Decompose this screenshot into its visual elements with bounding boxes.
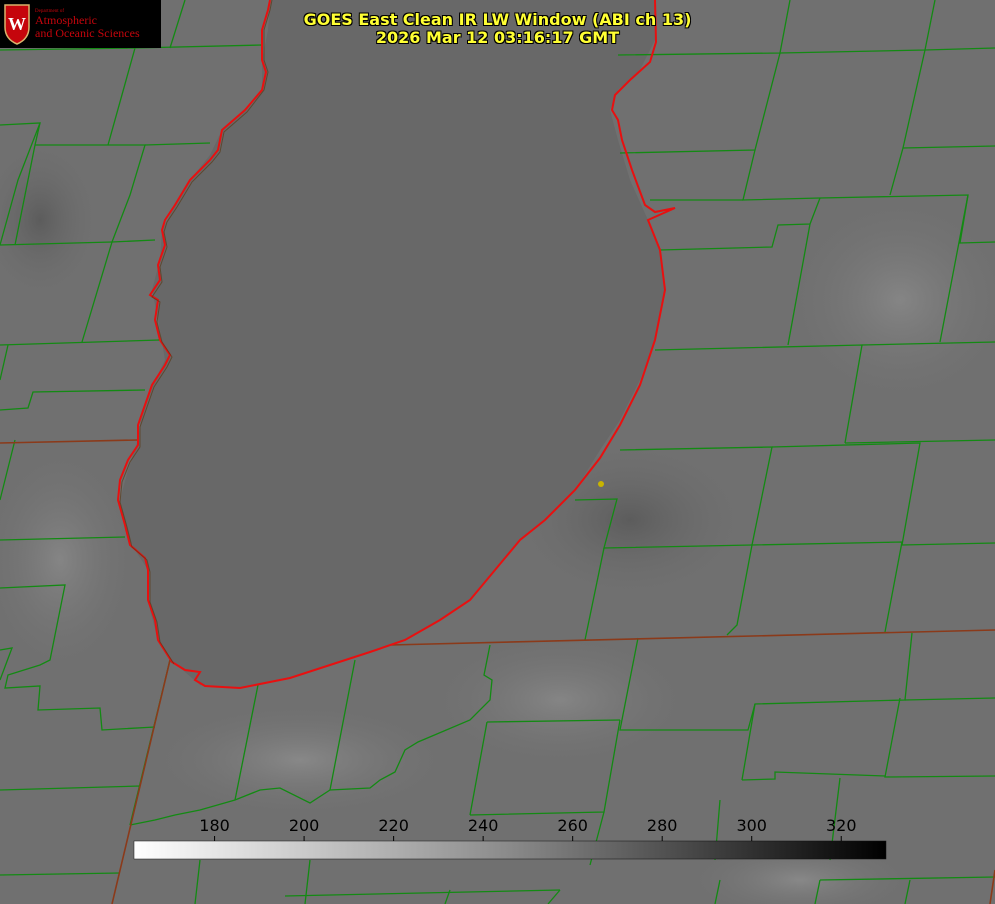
colorbar-gradient xyxy=(133,840,887,860)
colorbar-tick-label: 200 xyxy=(289,816,320,835)
colorbar-tick-label: 240 xyxy=(468,816,499,835)
title-product: GOES East Clean IR LW Window (ABI ch 13) xyxy=(303,10,692,29)
colorbar-tick-label: 300 xyxy=(736,816,767,835)
colorbar-tick-label: 180 xyxy=(199,816,230,835)
title-timestamp: 2026 Mar 12 03:16:17 GMT xyxy=(375,28,620,47)
satellite-image: 180 200 220 240 260 280 300 320 W Department of… xyxy=(0,0,995,904)
colorbar-tick-label: 280 xyxy=(647,816,678,835)
colorbar-tick-label: 320 xyxy=(826,816,857,835)
colorbar-tick-label: 260 xyxy=(557,816,588,835)
ir-map: 180 200 220 240 260 280 300 320 xyxy=(0,0,995,904)
location-marker xyxy=(598,481,604,487)
colorbar-tick-label: 220 xyxy=(378,816,409,835)
image-title: GOES East Clean IR LW Window (ABI ch 13)… xyxy=(0,11,995,47)
